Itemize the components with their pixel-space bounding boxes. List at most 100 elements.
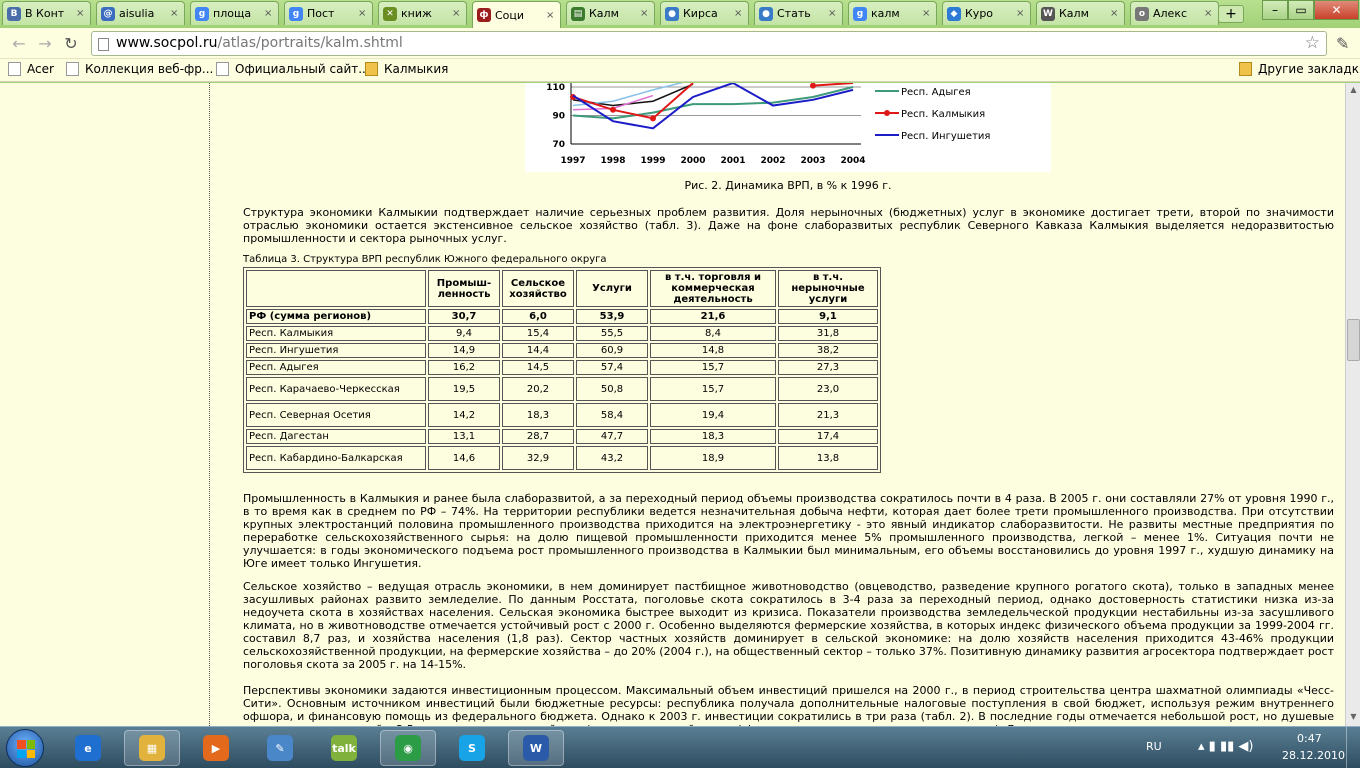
tab-4[interactable]: ✕ книж × — [378, 1, 467, 25]
paragraph-agriculture: Сельское хозяйство – ведущая отрасль эко… — [243, 580, 1334, 671]
tray-icons[interactable]: ▴ ▮ ▮▮ ◀) — [1198, 739, 1253, 754]
tab-12[interactable]: o Алекс × — [1130, 1, 1219, 25]
close-tab-icon[interactable]: × — [76, 8, 86, 19]
tab-0[interactable]: B В Конт × — [2, 1, 91, 25]
chrome-icon: ◉ — [395, 735, 421, 761]
table-cell: Услуги — [576, 270, 648, 307]
minimize-button[interactable]: – — [1262, 0, 1288, 20]
tab-label: площа — [213, 7, 252, 20]
table-row-name: Респ. Калмыкия — [246, 326, 426, 341]
table-cell: Промыш-ленность — [428, 270, 500, 307]
close-tab-icon[interactable]: × — [1110, 8, 1120, 19]
close-tab-icon[interactable]: × — [358, 8, 368, 19]
table-cell: 18,3 — [502, 403, 574, 427]
table-row-name: РФ (сумма регионов) — [246, 309, 426, 324]
tab-label: Пост — [307, 7, 335, 20]
globe-icon: ● — [759, 6, 773, 21]
tab-label: Соци — [495, 8, 525, 22]
tab-9[interactable]: g калм × — [848, 1, 937, 25]
page-icon — [216, 62, 229, 76]
bookmark-star-icon[interactable]: ☆ — [1305, 32, 1320, 55]
back-button[interactable]: ← — [8, 33, 30, 55]
clock-time[interactable]: 0:47 — [1297, 732, 1322, 745]
reload-button[interactable]: ↻ — [60, 33, 82, 55]
taskbar-paint[interactable]: ✎ — [252, 730, 308, 766]
close-tab-icon[interactable]: × — [170, 8, 180, 19]
close-window-button[interactable]: ✕ — [1314, 0, 1359, 20]
scroll-up-icon[interactable]: ▲ — [1348, 85, 1359, 97]
tab-3[interactable]: g Пост × — [284, 1, 373, 25]
tab-label: Куро — [965, 7, 994, 20]
address-bar[interactable]: www.socpol.ru/atlas/portraits/kalm.shtml… — [91, 31, 1327, 56]
close-tab-icon[interactable]: × — [1204, 8, 1214, 19]
forward-button[interactable]: → — [34, 33, 56, 55]
close-tab-icon[interactable]: × — [264, 8, 274, 19]
y-tick-label: 70 — [552, 140, 565, 150]
series-line — [812, 83, 854, 87]
scroll-thumb[interactable] — [1347, 319, 1360, 361]
wrench-menu-icon[interactable]: ✎ — [1336, 34, 1349, 53]
chart-caption: Рис. 2. Динамика ВРП, в % к 1996 г. — [684, 179, 892, 192]
table-cell: 53,9 — [576, 309, 648, 324]
skype-icon: S — [459, 735, 485, 761]
bookmark-collection[interactable]: Коллекция веб-фр... — [66, 62, 213, 76]
close-tab-icon[interactable]: × — [640, 8, 650, 19]
tab-5[interactable]: ф Соци × — [472, 1, 561, 28]
scroll-down-icon[interactable]: ▼ — [1348, 712, 1359, 724]
taskbar-word[interactable]: W — [508, 730, 564, 766]
table-cell: в т.ч. торговля и коммерческая деятельно… — [650, 270, 776, 307]
close-tab-icon[interactable]: × — [922, 8, 932, 19]
close-tab-icon[interactable]: × — [828, 8, 838, 19]
tab-1[interactable]: @ aisulia × — [96, 1, 185, 25]
bookmark-acer[interactable]: Acer — [8, 62, 54, 76]
close-tab-icon[interactable]: × — [734, 8, 744, 19]
other-bookmarks[interactable]: Другие закладки — [1239, 62, 1360, 76]
close-tab-icon[interactable]: × — [546, 10, 556, 21]
table-cell: 21,3 — [778, 403, 878, 427]
table-cell: 21,6 — [650, 309, 776, 324]
taskbar-media-player[interactable]: ▶ — [188, 730, 244, 766]
tab-8[interactable]: ● Стать × — [754, 1, 843, 25]
bookmark-official-site[interactable]: Официальный сайт... — [216, 62, 370, 76]
table-cell: 47,7 — [576, 429, 648, 444]
table-cell: 55,5 — [576, 326, 648, 341]
tab-label: Калм — [1059, 7, 1089, 20]
globe-icon: ● — [665, 6, 679, 21]
tab-6[interactable]: ▤ Калм × — [566, 1, 655, 25]
socpol-icon: ф — [477, 8, 491, 22]
vrp-structure-table: Промыш-ленность Сельское хозяйство Услуги в… — [243, 267, 881, 473]
tab-label: калм — [871, 7, 900, 20]
page-icon — [98, 38, 109, 51]
folder-icon — [365, 62, 378, 76]
taskbar-file-explorer[interactable]: ▦ — [124, 730, 180, 766]
table-row: Респ. Ингушетия 14,9 14,4 60,9 14,8 38,2 — [246, 343, 878, 358]
x-tick-label: 2001 — [720, 156, 745, 166]
taskbar-google-talk[interactable]: talk — [316, 730, 372, 766]
x-tick-label: 1998 — [600, 156, 625, 166]
y-tick-label: 90 — [552, 112, 565, 122]
taskbar-chrome[interactable]: ◉ — [380, 730, 436, 766]
language-indicator[interactable]: RU — [1146, 740, 1162, 753]
taskbar-skype[interactable]: S — [444, 730, 500, 766]
word-icon: W — [523, 735, 549, 761]
table-cell: 15,7 — [650, 377, 776, 401]
new-tab-button[interactable]: + — [1218, 5, 1244, 23]
tab-2[interactable]: g площа × — [190, 1, 279, 25]
vertical-scrollbar[interactable]: ▲ ▼ — [1345, 83, 1360, 726]
close-tab-icon[interactable]: × — [452, 8, 462, 19]
table-cell: 9,1 — [778, 309, 878, 324]
table-cell: 6,0 — [502, 309, 574, 324]
clock-date[interactable]: 28.12.2010 — [1282, 749, 1345, 762]
tab-10[interactable]: ◆ Куро × — [942, 1, 1031, 25]
data-point — [810, 83, 816, 89]
maximize-button[interactable]: ▭ — [1288, 0, 1314, 20]
tab-7[interactable]: ● Кирса × — [660, 1, 749, 25]
table-row-name: Респ. Дагестан — [246, 429, 426, 444]
tab-11[interactable]: W Калм × — [1036, 1, 1125, 25]
table-cell: 19,5 — [428, 377, 500, 401]
taskbar-internet-explorer[interactable]: e — [60, 730, 116, 766]
show-desktop-button[interactable] — [1346, 727, 1360, 768]
start-button[interactable] — [6, 729, 44, 767]
close-tab-icon[interactable]: × — [1016, 8, 1026, 19]
bookmark-kalmykia[interactable]: Калмыкия — [365, 62, 448, 76]
